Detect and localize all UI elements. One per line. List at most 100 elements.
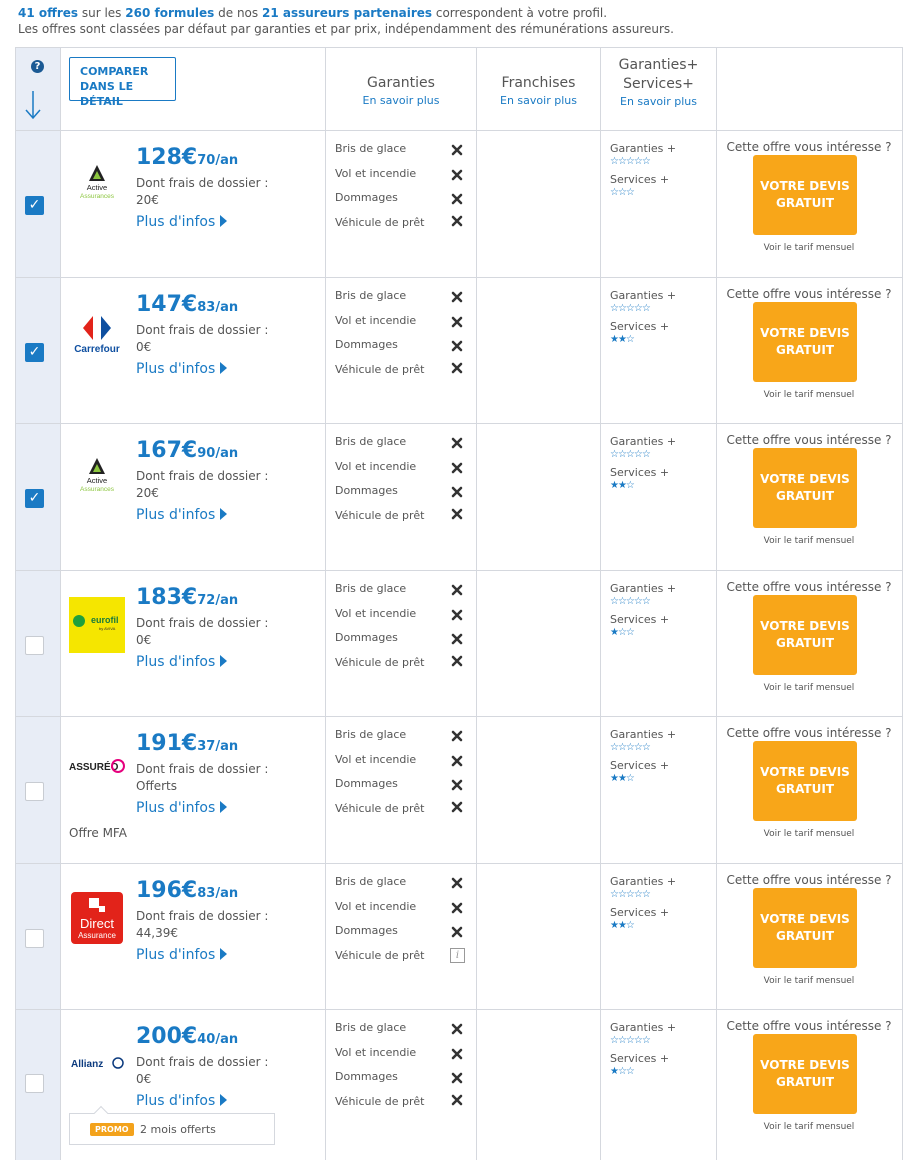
more-info-link[interactable]: Plus d'infos bbox=[136, 800, 228, 816]
fees: Dont frais de dossier : 0€ bbox=[136, 615, 268, 649]
cross-icon bbox=[451, 508, 463, 520]
quote-label-2: GRATUIT bbox=[775, 636, 835, 650]
free-quote-button[interactable]: VOTRE DEVIS GRATUIT bbox=[753, 155, 857, 235]
more-info-link[interactable]: Plus d'infos bbox=[136, 947, 228, 963]
cross-icon bbox=[451, 316, 463, 328]
guarantee-label: Véhicule de prêt bbox=[335, 216, 425, 229]
more-info-link[interactable]: Plus d'infos bbox=[136, 507, 228, 523]
fees: Dont frais de dossier : 20€ bbox=[136, 468, 268, 502]
garanties-plus-label: Garanties + bbox=[610, 875, 677, 888]
free-quote-button[interactable]: VOTRE DEVIS GRATUIT bbox=[753, 302, 857, 382]
svg-text:Assurances: Assurances bbox=[80, 486, 115, 493]
price: 147€83/an bbox=[136, 292, 239, 317]
compare-checkbox[interactable]: ✓ bbox=[25, 196, 44, 215]
quote-label-1: VOTRE DEVIS bbox=[760, 912, 850, 926]
fees-label: Dont frais de dossier : bbox=[136, 909, 269, 923]
quote-label-2: GRATUIT bbox=[775, 929, 835, 943]
compare-checkbox[interactable]: ✓ bbox=[25, 489, 44, 508]
garanties-stars: ☆☆☆☆☆ bbox=[610, 1035, 651, 1046]
cross-icon bbox=[451, 902, 463, 914]
guarantee-label: Bris de glace bbox=[335, 728, 407, 741]
fees-value: 20€ bbox=[136, 193, 159, 207]
guarantee-label: Dommages bbox=[335, 338, 398, 351]
offer-row: ✓ Carrefour 147€83/an Dont frais de doss… bbox=[16, 278, 902, 425]
svg-text:Active: Active bbox=[87, 476, 107, 485]
active-assurances-logo: Active Assurances bbox=[80, 458, 115, 493]
quote-label-2: GRATUIT bbox=[775, 343, 835, 357]
fees-value: 0€ bbox=[136, 633, 152, 647]
quote-label-2: GRATUIT bbox=[775, 489, 835, 503]
fees-value: 44,39€ bbox=[136, 926, 178, 940]
fees-label: Dont frais de dossier : bbox=[136, 469, 269, 483]
guarantee-label: Dommages bbox=[335, 631, 398, 644]
compare-checkbox[interactable] bbox=[25, 1074, 44, 1093]
compare-checkbox[interactable] bbox=[25, 929, 44, 948]
monthly-rate-link[interactable]: Voir le tarif mensuel bbox=[716, 976, 902, 986]
monthly-rate-link[interactable]: Voir le tarif mensuel bbox=[716, 243, 902, 253]
cross-icon bbox=[451, 193, 463, 205]
garanties-learn-more-link[interactable]: En savoir plus bbox=[326, 93, 476, 109]
promo-box: PROMO 2 mois offerts bbox=[69, 1105, 275, 1145]
guarantee-label: Dommages bbox=[335, 924, 398, 937]
cross-icon bbox=[451, 877, 463, 889]
compare-checkbox[interactable] bbox=[25, 636, 44, 655]
free-quote-button[interactable]: VOTRE DEVIS GRATUIT bbox=[753, 1034, 857, 1114]
fees: Dont frais de dossier : 0€ bbox=[136, 1054, 268, 1088]
offer-row: ✓ Active Assurances 128€70/an Dont frais… bbox=[16, 131, 902, 278]
services-plus-label: Services + bbox=[610, 906, 670, 919]
services-plus-label: Services + bbox=[610, 613, 670, 626]
guarantee-label: Véhicule de prêt bbox=[335, 656, 425, 669]
quote-label-2: GRATUIT bbox=[775, 196, 835, 210]
quote-label-1: VOTRE DEVIS bbox=[760, 326, 850, 340]
compare-checkbox[interactable]: ✓ bbox=[25, 343, 44, 362]
gs-learn-more-link[interactable]: En savoir plus bbox=[601, 94, 716, 110]
cross-icon bbox=[451, 144, 463, 156]
summary-text: correspondent à votre profil. bbox=[432, 6, 608, 20]
info-icon[interactable]: i bbox=[450, 948, 465, 963]
sort-down-arrow-icon[interactable] bbox=[25, 90, 41, 120]
free-quote-button[interactable]: VOTRE DEVIS GRATUIT bbox=[753, 888, 857, 968]
free-quote-button[interactable]: VOTRE DEVIS GRATUIT bbox=[753, 595, 857, 675]
monthly-rate-link[interactable]: Voir le tarif mensuel bbox=[716, 536, 902, 546]
price: 196€83/an bbox=[136, 878, 239, 903]
quote-label-2: GRATUIT bbox=[775, 782, 835, 796]
guarantee-label: Vol et incendie bbox=[335, 460, 417, 473]
quote-label-1: VOTRE DEVIS bbox=[760, 619, 850, 633]
fees-label: Dont frais de dossier : bbox=[136, 762, 269, 776]
more-info-link[interactable]: Plus d'infos bbox=[136, 361, 228, 377]
price: 191€37/an bbox=[136, 731, 239, 756]
garanties-plus-label: Garanties + bbox=[610, 728, 677, 741]
compare-checkbox[interactable] bbox=[25, 782, 44, 801]
cross-icon bbox=[451, 755, 463, 767]
help-icon[interactable]: ? bbox=[31, 60, 44, 73]
monthly-rate-link[interactable]: Voir le tarif mensuel bbox=[716, 390, 902, 400]
more-info-link[interactable]: Plus d'infos bbox=[136, 654, 228, 670]
cross-icon bbox=[451, 437, 463, 449]
guarantee-label: Vol et incendie bbox=[335, 900, 417, 913]
free-quote-button[interactable]: VOTRE DEVIS GRATUIT bbox=[753, 448, 857, 528]
caret-right-icon bbox=[220, 655, 228, 667]
garanties-plus-label: Garanties + bbox=[610, 289, 677, 302]
compare-detail-button[interactable]: COMPARER DANS LE DÉTAIL bbox=[69, 57, 176, 108]
quote-label-2: GRATUIT bbox=[775, 1075, 835, 1089]
monthly-rate-link[interactable]: Voir le tarif mensuel bbox=[716, 1122, 902, 1132]
interest-question: Cette offre vous intéresse ? bbox=[726, 287, 892, 301]
more-info-link[interactable]: Plus d'infos bbox=[136, 1093, 228, 1109]
summary-text: sur les bbox=[78, 6, 126, 20]
fees-label: Dont frais de dossier : bbox=[136, 176, 269, 190]
monthly-rate-link[interactable]: Voir le tarif mensuel bbox=[716, 683, 902, 693]
services-stars: ☆☆☆ bbox=[610, 187, 635, 198]
assureo-logo: ASSURÉO bbox=[69, 759, 125, 773]
caret-right-icon bbox=[220, 948, 228, 960]
free-quote-button[interactable]: VOTRE DEVIS GRATUIT bbox=[753, 741, 857, 821]
svg-text:Assurances: Assurances bbox=[80, 193, 115, 200]
offers-table: ? COMPARER DANS LE DÉTAIL Garanties En s… bbox=[15, 47, 903, 1160]
franchises-learn-more-link[interactable]: En savoir plus bbox=[477, 93, 600, 109]
caret-right-icon bbox=[220, 801, 228, 813]
garanties-plus-label: Garanties + bbox=[610, 582, 677, 595]
guarantee-label: Vol et incendie bbox=[335, 314, 417, 327]
guarantee-label: Vol et incendie bbox=[335, 607, 417, 620]
more-info-link[interactable]: Plus d'infos bbox=[136, 214, 228, 230]
svg-text:Active: Active bbox=[87, 183, 107, 192]
monthly-rate-link[interactable]: Voir le tarif mensuel bbox=[716, 829, 902, 839]
